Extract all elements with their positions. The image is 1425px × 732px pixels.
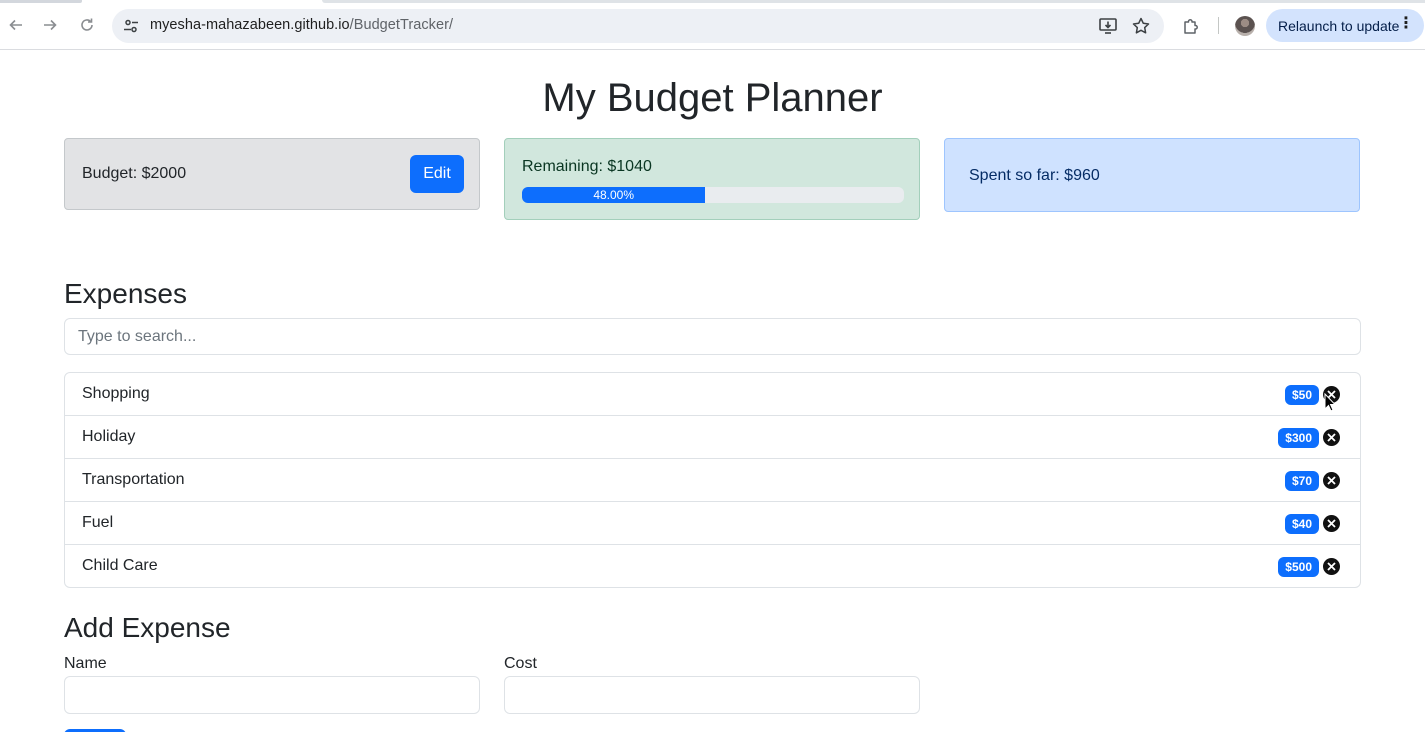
tab-active[interactable] bbox=[322, 0, 1425, 3]
expense-name: Fuel bbox=[82, 514, 114, 531]
install-app-icon[interactable] bbox=[1098, 16, 1118, 36]
reload-icon[interactable] bbox=[76, 14, 98, 36]
spent-card: Spent so far: $960 bbox=[944, 138, 1360, 212]
budget-card: Budget: $2000 Edit bbox=[64, 138, 480, 210]
tab-left[interactable] bbox=[0, 0, 82, 3]
expenses-heading: Expenses bbox=[64, 278, 187, 309]
budget-text: Budget: $2000 bbox=[82, 165, 187, 182]
address-bar[interactable]: myesha-mahazabeen.github.io/BudgetTracke… bbox=[112, 9, 1164, 43]
remaining-card: Remaining: $1040 48.00% bbox=[504, 138, 920, 220]
spent-progress: 48.00% bbox=[522, 187, 904, 203]
back-arrow-icon[interactable] bbox=[5, 14, 27, 36]
profile-avatar[interactable] bbox=[1235, 16, 1255, 36]
forward-arrow-icon[interactable] bbox=[39, 14, 61, 36]
relaunch-button[interactable]: Relaunch to update ⋮ bbox=[1266, 9, 1424, 42]
url-path: /BudgetTracker/ bbox=[349, 17, 454, 33]
mouse-cursor-icon bbox=[1324, 393, 1336, 412]
url-host: myesha-mahazabeen.github.io bbox=[150, 17, 350, 33]
expense-name: Holiday bbox=[82, 428, 136, 445]
expense-cost-badge: $50 bbox=[1284, 385, 1319, 405]
page-title: My Budget Planner bbox=[542, 76, 883, 120]
spent-text: Spent so far: $960 bbox=[969, 167, 1100, 184]
more-menu-icon[interactable]: ⋮ bbox=[1398, 16, 1414, 32]
remaining-text: Remaining: $1040 bbox=[522, 158, 652, 175]
list-item: Shopping $50 bbox=[65, 373, 1360, 416]
name-input[interactable] bbox=[64, 676, 480, 714]
expense-cost-badge: $500 bbox=[1278, 557, 1319, 577]
star-icon[interactable] bbox=[1131, 16, 1151, 36]
toolbar-divider bbox=[1218, 17, 1219, 34]
cost-label: Cost bbox=[504, 655, 537, 672]
list-item: Fuel $40 bbox=[65, 502, 1360, 545]
delete-expense-icon[interactable] bbox=[1323, 558, 1340, 575]
expense-cost-badge: $40 bbox=[1284, 514, 1319, 534]
list-item: Holiday $300 bbox=[65, 416, 1360, 459]
site-settings-icon[interactable] bbox=[122, 17, 140, 35]
edit-budget-button[interactable]: Edit bbox=[410, 155, 464, 193]
delete-expense-icon[interactable] bbox=[1323, 472, 1340, 489]
list-item: Transportation $70 bbox=[65, 459, 1360, 502]
progress-bar-fill: 48.00% bbox=[522, 187, 706, 203]
relaunch-label: Relaunch to update bbox=[1278, 18, 1400, 34]
url-text[interactable]: myesha-mahazabeen.github.io/BudgetTracke… bbox=[150, 17, 453, 33]
delete-expense-icon[interactable] bbox=[1323, 515, 1340, 532]
expense-name: Child Care bbox=[82, 557, 158, 574]
browser-toolbar: myesha-mahazabeen.github.io/BudgetTracke… bbox=[0, 0, 1425, 50]
add-expense-heading: Add Expense bbox=[64, 612, 231, 643]
expense-name: Shopping bbox=[82, 385, 150, 402]
puzzle-icon[interactable] bbox=[1181, 16, 1201, 36]
expense-cost-badge: $300 bbox=[1278, 428, 1319, 448]
cost-input[interactable] bbox=[504, 676, 920, 714]
expense-cost-badge: $70 bbox=[1284, 471, 1319, 491]
tab-strip bbox=[0, 0, 1425, 4]
expense-list: Shopping $50 Holiday $300 Transportation… bbox=[64, 372, 1361, 588]
list-item: Child Care $500 bbox=[65, 545, 1360, 587]
delete-expense-icon[interactable] bbox=[1323, 429, 1340, 446]
name-label: Name bbox=[64, 655, 107, 672]
expense-name: Transportation bbox=[82, 471, 185, 488]
search-input[interactable] bbox=[64, 318, 1361, 355]
